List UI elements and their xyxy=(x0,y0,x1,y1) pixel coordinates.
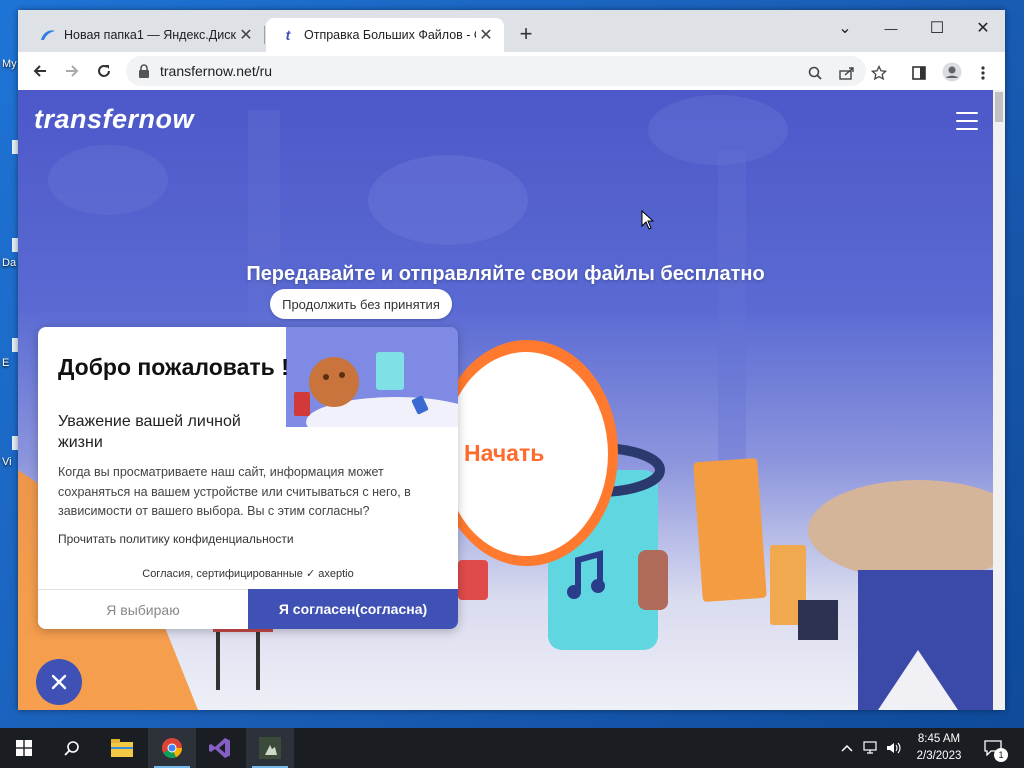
chevron-up-icon xyxy=(841,744,853,752)
chrome-icon xyxy=(162,738,183,759)
tab-yandex-disk[interactable]: Новая папка1 — Яндекс.Диск ✕ xyxy=(26,18,264,52)
choose-button[interactable]: Я выбираю xyxy=(38,589,248,629)
search-icon xyxy=(64,741,79,756)
yandex-disk-icon xyxy=(40,27,56,43)
browser-toolbar: transfernow.net/ru xyxy=(18,52,1005,91)
back-arrow-icon xyxy=(33,65,46,77)
back-button[interactable] xyxy=(27,58,53,84)
desktop-icon-label[interactable]: E xyxy=(2,357,9,369)
show-hidden-icons[interactable] xyxy=(838,728,856,768)
continue-without-accepting-button[interactable]: Продолжить без принятия xyxy=(270,289,452,319)
maximize-button[interactable]: ☐ xyxy=(914,14,960,42)
close-window-button[interactable]: ✕ xyxy=(960,14,1005,42)
clock-time: 8:45 AM xyxy=(917,733,961,745)
consent-title: Добро пожаловать ! xyxy=(58,354,289,380)
desktop-icon-label[interactable]: Da xyxy=(2,257,16,269)
consent-illustration xyxy=(286,327,458,427)
share-icon[interactable] xyxy=(838,64,856,82)
mouse-cursor-icon xyxy=(641,210,655,230)
bookmark-star-icon[interactable] xyxy=(870,64,888,82)
volume-icon[interactable] xyxy=(884,728,904,768)
transfernow-logo[interactable]: transfernow xyxy=(34,104,194,135)
start-button-label[interactable]: Начать xyxy=(464,440,544,467)
tab-close-icon[interactable]: ✕ xyxy=(236,25,256,45)
tab-title: Отправка Больших Файлов - Of xyxy=(304,28,476,42)
transfernow-icon: t xyxy=(285,27,291,43)
windows-taskbar: 8:45 AM 2/3/2023 1 xyxy=(0,728,1024,768)
certified-text: Согласия, сертифицированные xyxy=(142,568,303,580)
menu-kebab-icon[interactable] xyxy=(974,64,992,82)
tab-bar: Новая папка1 — Яндекс.Диск ✕ t Отправка … xyxy=(18,10,1005,52)
close-icon xyxy=(51,674,67,690)
consent-body-text: Когда вы просматриваете наш сайт, информ… xyxy=(58,465,411,518)
reload-icon xyxy=(98,65,110,77)
app-taskbar[interactable] xyxy=(246,728,294,768)
action-center-button[interactable]: 1 xyxy=(980,728,1008,768)
lock-icon xyxy=(139,64,149,78)
axeptio-check-icon: ✓ xyxy=(305,568,316,580)
file-explorer-taskbar[interactable] xyxy=(98,728,146,768)
folder-icon xyxy=(111,739,133,757)
desktop-icon-label[interactable]: My xyxy=(2,58,17,70)
scrollbar-thumb[interactable] xyxy=(995,92,1003,122)
taskbar-clock[interactable]: 8:45 AM 2/3/2023 xyxy=(908,731,970,765)
hamburger-menu-icon[interactable] xyxy=(956,112,978,130)
tab-separator xyxy=(264,26,265,44)
reload-button[interactable] xyxy=(91,58,117,84)
clock-date: 2/3/2023 xyxy=(916,750,962,762)
network-icon[interactable] xyxy=(860,728,882,768)
page-scrollbar[interactable] xyxy=(993,90,1005,710)
taskbar-search-button[interactable] xyxy=(48,728,96,768)
agree-button[interactable]: Я согласен(согласна) xyxy=(248,589,458,629)
tab-close-icon[interactable]: ✕ xyxy=(476,25,496,45)
browser-window: Новая папка1 — Яндекс.Диск ✕ t Отправка … xyxy=(18,10,1005,710)
tab-title: Новая папка1 — Яндекс.Диск xyxy=(64,28,236,42)
url-text[interactable]: transfernow.net/ru xyxy=(160,63,272,79)
axeptio-brand: axeptio xyxy=(318,568,354,580)
close-consent-button[interactable] xyxy=(36,659,82,705)
profile-avatar-icon[interactable] xyxy=(942,62,962,82)
desktop-icon-label[interactable]: Vi xyxy=(2,456,12,468)
forward-button[interactable] xyxy=(59,58,85,84)
consent-dialog: Добро пожаловать ! Уважение вашей личной… xyxy=(38,327,458,629)
privacy-policy-link[interactable]: Прочитать политику конфиденциальности xyxy=(58,532,294,546)
axeptio-certification[interactable]: Согласия, сертифицированные ✓ axeptio xyxy=(38,567,458,580)
tab-transfernow[interactable]: t Отправка Больших Файлов - Of ✕ xyxy=(266,18,504,52)
consent-subtitle: Уважение вашей личной жизни xyxy=(58,413,241,451)
visual-studio-taskbar[interactable] xyxy=(196,728,244,768)
visual-studio-icon xyxy=(209,738,230,758)
new-tab-button[interactable]: + xyxy=(514,23,538,47)
zoom-search-icon[interactable] xyxy=(806,64,824,82)
windows-logo-icon xyxy=(16,740,32,756)
start-menu-button[interactable] xyxy=(0,728,48,768)
tab-search-button[interactable]: ⌄ xyxy=(822,14,868,42)
page-viewport: transfernow Передавайте и отправляйте св… xyxy=(18,90,993,710)
app-icon xyxy=(259,737,281,759)
address-bar[interactable]: transfernow.net/ru xyxy=(126,56,866,86)
notification-count: 1 xyxy=(994,748,1008,762)
forward-arrow-icon xyxy=(66,65,79,77)
minimize-button[interactable]: — xyxy=(868,14,914,42)
side-panel-icon[interactable] xyxy=(910,64,928,82)
page-headline: Передавайте и отправляйте свои файлы бес… xyxy=(246,263,765,285)
chrome-taskbar[interactable] xyxy=(148,728,196,768)
